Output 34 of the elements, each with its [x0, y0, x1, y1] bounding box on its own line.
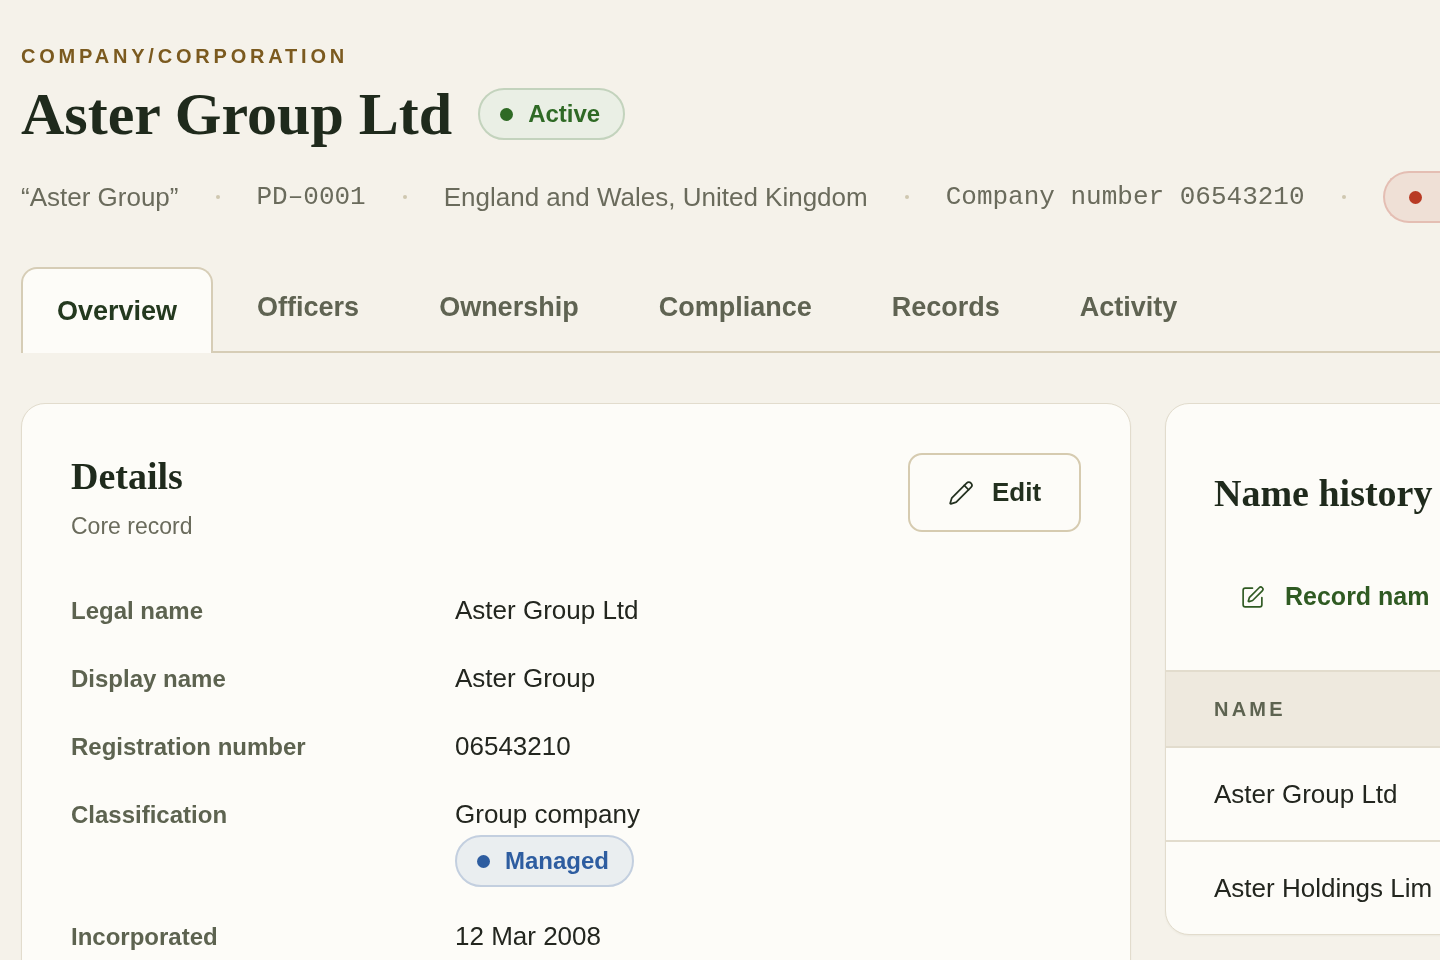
- tab[interactable]: Records: [855, 263, 1036, 351]
- meta-text: England and Wales, United Kingdom: [443, 181, 868, 214]
- tab[interactable]: Officers: [221, 263, 396, 351]
- field-label: Legal name: [71, 596, 204, 626]
- tab[interactable]: Compliance: [622, 263, 848, 351]
- meta-text: “Aster Group”: [21, 181, 179, 214]
- field-value: 12 Mar 2008: [455, 920, 601, 953]
- column-header: NAME: [1166, 670, 1440, 748]
- card-title: Name history: [1214, 470, 1433, 516]
- card-title: Details: [71, 454, 183, 499]
- status-badge: Active: [478, 88, 626, 140]
- field-label: Classification: [71, 800, 228, 830]
- edit-button[interactable]: Edit: [908, 453, 1081, 532]
- field-label: Registration number: [71, 732, 306, 762]
- tab[interactable]: Activity: [1043, 263, 1214, 351]
- pencil-icon: [947, 479, 974, 506]
- table-cell-text: Aster Holdings Lim: [1213, 871, 1434, 905]
- edit-square-icon: [1240, 584, 1265, 610]
- company-title: Aster Group Ltd: [21, 80, 453, 149]
- record-name-button[interactable]: Record nam: [1214, 572, 1440, 622]
- field-value: Aster Group Ltd: [455, 594, 639, 627]
- tab[interactable]: Overview: [21, 267, 214, 353]
- field-label: Incorporated: [71, 922, 218, 952]
- tab[interactable]: Ownership: [403, 263, 615, 351]
- entity-type-label: COMPANY/CORPORATION: [21, 44, 348, 69]
- field-value: 06543210: [455, 730, 571, 763]
- meta-code: PD–0001: [256, 181, 366, 214]
- card-subtitle: Core record: [71, 512, 193, 541]
- field-label: Display name: [71, 664, 226, 694]
- field-value: Aster Group: [455, 662, 596, 695]
- field-value: Group company: [455, 798, 640, 831]
- meta-code: Company number 06543210: [945, 181, 1305, 214]
- classification-badge: Managed: [455, 835, 634, 887]
- table-cell: Aster Group Ltd: [1166, 748, 1440, 842]
